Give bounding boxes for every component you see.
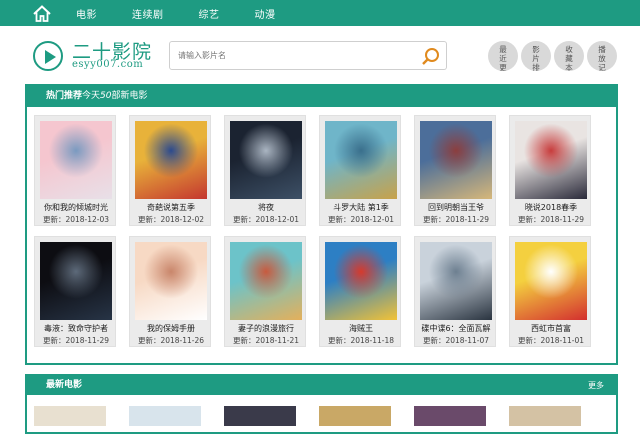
movie-update-date: 更新：2018-12-03 [42,215,110,224]
hot-recommend-header: 热门推荐今天50部新电影 [27,86,616,107]
poster-preview[interactable] [509,406,581,426]
play-history-button[interactable]: 播放记录 [587,41,617,71]
movie-poster[interactable] [40,121,112,199]
top-navbar: 电影 连续剧 综艺 动漫 [0,0,640,26]
movie-poster[interactable] [515,121,587,199]
home-icon[interactable] [31,2,53,24]
movie-card[interactable]: 我的保姆手册 更新：2018-11-26 [129,236,211,347]
movie-update-date: 更新：2018-11-29 [517,215,585,224]
movie-update-date: 更新：2018-11-29 [42,336,110,345]
movie-update-date: 更新：2018-11-01 [517,336,585,345]
movie-poster[interactable] [325,242,397,320]
movie-update-date: 更新：2018-12-01 [232,215,300,224]
latest-movies-panel: 最新电影 更多 [25,374,618,434]
movie-card[interactable]: 将夜更新：2018-12-01 [224,115,306,226]
movie-card[interactable]: 回到明朝当王爷 更新：2018-11-29 [414,115,496,226]
movie-title[interactable]: 妻子的浪漫旅行 [225,323,307,334]
movie-ranking-button[interactable]: 影片排行 [521,41,551,71]
hot-recommend-panel: 热门推荐今天50部新电影 你和我的倾城时光 更新：2018-12-03 奇葩说第五季… [25,84,618,365]
movie-poster[interactable] [420,121,492,199]
movie-title[interactable]: 晓说2018春季 [510,202,592,213]
movie-title[interactable]: 海贼王 [320,323,402,334]
movie-card[interactable]: 奇葩说第五季 更新：2018-12-02 [129,115,211,226]
movie-update-date: 更新：2018-11-18 [327,336,395,345]
movie-card[interactable]: 毒液：致命守护者 更新：2018-11-29 [34,236,116,347]
poster-preview[interactable] [129,406,201,426]
movie-update-date: 更新：2018-11-07 [422,336,490,345]
movie-update-date: 更新：2018-12-02 [137,215,205,224]
movie-update-date: 更新：2018-12-01 [327,215,395,224]
search-input[interactable] [169,41,416,70]
movie-poster[interactable] [40,242,112,320]
movie-update-date: 更新：2018-11-21 [232,336,300,345]
movie-update-date: 更新：2018-11-29 [422,215,490,224]
poster-preview[interactable] [414,406,486,426]
movie-title[interactable]: 将夜 [225,202,307,213]
nav-item-variety[interactable]: 综艺 [199,6,220,21]
nav-item-movies[interactable]: 电影 [76,6,97,21]
latest-movies-header: 最新电影 更多 [27,376,616,395]
logo-play-icon[interactable] [33,41,63,71]
movie-poster[interactable] [135,242,207,320]
movie-title[interactable]: 西虹市首富 [510,323,592,334]
search-button[interactable] [415,41,447,70]
movie-title[interactable]: 毒液：致命守护者 [35,323,117,334]
movie-title[interactable]: 碟中谍6：全面瓦解 [415,323,497,334]
movie-poster[interactable] [230,242,302,320]
movie-poster[interactable] [325,121,397,199]
poster-preview[interactable] [319,406,391,426]
poster-preview[interactable] [34,406,106,426]
movie-card[interactable]: 晓说2018春季 更新：2018-11-29 [509,115,591,226]
movie-card[interactable]: 海贼王更新：2018-11-18 [319,236,401,347]
more-link[interactable]: 更多 [588,376,604,395]
movie-poster[interactable] [515,242,587,320]
movie-card[interactable]: 西虹市首富更新：2018-11-01 [509,236,591,347]
movie-card[interactable]: 斗罗大陆 第1季 更新：2018-12-01 [319,115,401,226]
movie-card[interactable]: 碟中谍6：全面瓦解 更新：2018-11-07 [414,236,496,347]
movie-poster[interactable] [135,121,207,199]
movie-update-date: 更新：2018-11-26 [137,336,205,345]
movie-card[interactable]: 妻子的浪漫旅行 更新：2018-11-21 [224,236,306,347]
nav-item-series[interactable]: 连续剧 [132,6,164,21]
recent-updates-button[interactable]: 最近更新 [488,41,518,71]
movie-title[interactable]: 我的保姆手册 [130,323,212,334]
movie-title[interactable]: 斗罗大陆 第1季 [320,202,402,213]
nav-links: 电影 连续剧 综艺 动漫 [76,6,311,21]
movie-poster[interactable] [420,242,492,320]
movie-poster[interactable] [230,121,302,199]
movie-title[interactable]: 奇葩说第五季 [130,202,212,213]
site-logo-url: esyy007.com [72,59,144,70]
nav-item-anime[interactable]: 动漫 [255,6,276,21]
poster-preview[interactable] [224,406,296,426]
search-icon [422,48,439,65]
movie-title[interactable]: 你和我的倾城时光 [35,202,117,213]
bookmark-site-button[interactable]: 收藏本站 [554,41,584,71]
movie-card[interactable]: 你和我的倾城时光 更新：2018-12-03 [34,115,116,226]
movie-title[interactable]: 回到明朝当王爷 [415,202,497,213]
